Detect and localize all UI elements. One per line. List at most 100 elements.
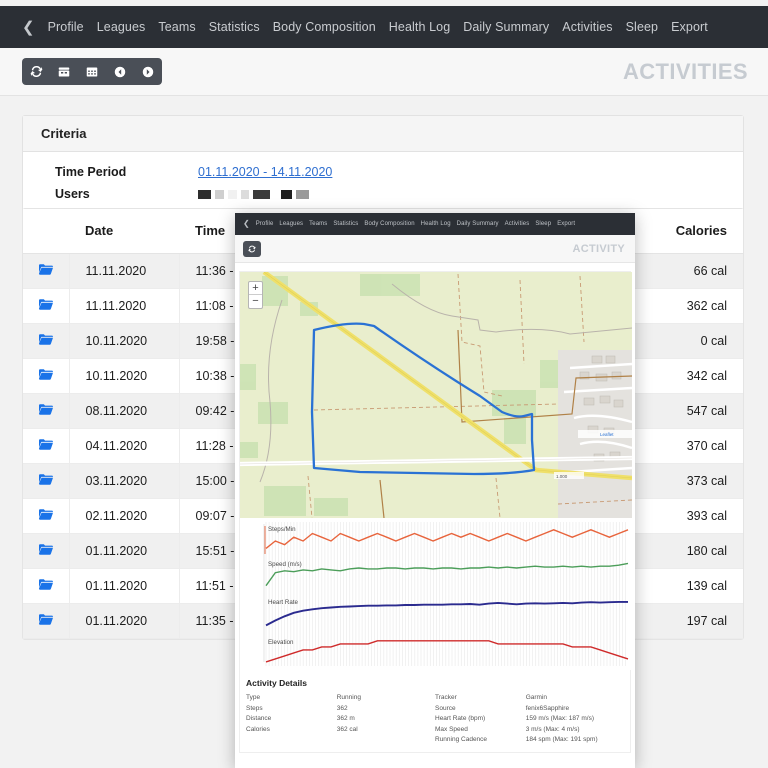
nav-item-export[interactable]: Export: [671, 20, 708, 34]
chart-series-heart-rate: [265, 600, 628, 627]
main-navbar: ❮ Profile Leagues Teams Statistics Body …: [0, 6, 768, 48]
folder-icon[interactable]: [38, 438, 53, 453]
page-title: ACTIVITIES: [622, 58, 748, 84]
detail-value: 3 m/s (Max: 4 m/s): [525, 725, 580, 733]
nav-item-teams[interactable]: Teams: [158, 20, 195, 34]
row-folder-cell[interactable]: [23, 603, 70, 639]
folder-icon[interactable]: [38, 298, 53, 313]
detail-key: Tracker: [435, 694, 457, 701]
map-zoom-controls[interactable]: + −: [248, 281, 263, 309]
redaction-block: [241, 189, 249, 199]
nav-item-health-log[interactable]: Health Log: [389, 20, 450, 34]
detail-key: Heart Rate (bpm): [435, 715, 486, 722]
row-folder-cell[interactable]: [23, 428, 70, 464]
folder-icon[interactable]: [38, 473, 53, 488]
popup-nav-item-teams[interactable]: Teams: [309, 221, 327, 227]
folder-icon[interactable]: [38, 508, 53, 523]
date-picker-button[interactable]: [50, 58, 78, 85]
row-folder-cell[interactable]: [23, 533, 70, 569]
detail-key: Calories: [246, 725, 270, 733]
activity-details-left-column: Type Running Steps 362 Distance 362 m Calories…: [246, 693, 435, 746]
activity-details-columns: Type Running Steps 362 Distance 362 m Calories…: [246, 693, 624, 746]
row-folder-cell[interactable]: [23, 323, 70, 359]
redaction-block: [281, 189, 292, 199]
svg-text:1.000: 1.000: [556, 474, 568, 479]
nav-item-leagues[interactable]: Leagues: [97, 20, 146, 34]
row-folder-cell[interactable]: [23, 463, 70, 499]
folder-icon[interactable]: [38, 263, 53, 278]
time-period-link[interactable]: 01.11.2020 - 14.11.2020: [198, 165, 332, 179]
row-date-cell: 08.11.2020: [69, 393, 180, 429]
criteria-row-time-period: Time Period 01.11.2020 - 14.11.2020: [23, 161, 743, 183]
detail-row-left: Distance 362 m: [246, 714, 435, 725]
row-date-cell: 11.11.2020: [69, 253, 180, 289]
detail-key: Type: [246, 694, 261, 701]
popup-nav-item-profile[interactable]: Profile: [256, 221, 274, 227]
row-folder-cell[interactable]: [23, 498, 70, 534]
redaction-block: [253, 189, 270, 199]
redaction-block: [198, 189, 211, 199]
row-folder-cell[interactable]: [23, 288, 70, 324]
previous-button[interactable]: [106, 58, 134, 85]
folder-icon[interactable]: [38, 613, 53, 628]
popup-refresh-button[interactable]: [243, 241, 261, 257]
activity-map[interactable]: 1.000 Leaflet + −: [240, 272, 632, 518]
redaction-block: [228, 189, 237, 199]
redaction-block: [296, 189, 309, 199]
folder-icon[interactable]: [38, 543, 53, 558]
activity-detail-popup: ❮ Profile Leagues Teams Statistics Body …: [235, 213, 635, 768]
popup-nav-item-activities[interactable]: Activities: [505, 221, 530, 227]
detail-value: 362 m: [336, 715, 355, 722]
detail-key: Distance: [246, 715, 272, 722]
row-date-cell: 02.11.2020: [69, 498, 180, 534]
redacted-users: [198, 189, 309, 199]
row-folder-cell[interactable]: [23, 393, 70, 429]
activity-charts[interactable]: Steps/Min Speed (m/s) Heart Rate Elevation: [240, 518, 632, 670]
map-zoom-out-button[interactable]: −: [249, 295, 262, 308]
chart-series-label: Elevation: [268, 639, 294, 646]
nav-item-body-composition[interactable]: Body Composition: [273, 20, 376, 34]
column-header-icon: [23, 209, 69, 254]
folder-icon[interactable]: [38, 403, 53, 418]
row-date-cell: 04.11.2020: [69, 428, 180, 464]
row-folder-cell[interactable]: [23, 568, 70, 604]
popup-nav-item-body-composition[interactable]: Body Composition: [364, 221, 414, 227]
detail-key: Steps: [246, 704, 263, 712]
popup-nav-item-statistics[interactable]: Statistics: [333, 221, 358, 227]
folder-icon[interactable]: [38, 333, 53, 348]
next-button[interactable]: [134, 58, 162, 85]
detail-row-left: Type Running: [246, 693, 435, 704]
detail-key: Source: [435, 704, 456, 712]
row-folder-cell[interactable]: [23, 253, 70, 289]
folder-icon[interactable]: [38, 368, 53, 383]
detail-row-right: Source fenix6Sapphire: [435, 704, 624, 715]
popup-nav-item-daily-summary[interactable]: Daily Summary: [457, 221, 499, 227]
nav-item-daily-summary[interactable]: Daily Summary: [463, 20, 549, 34]
popup-nav-item-leagues[interactable]: Leagues: [279, 221, 303, 227]
popup-nav-item-sleep[interactable]: Sleep: [535, 221, 551, 227]
users-value[interactable]: [198, 189, 309, 199]
nav-item-statistics[interactable]: Statistics: [209, 20, 260, 34]
chevron-left-icon[interactable]: ❮: [22, 20, 35, 35]
nav-item-activities[interactable]: Activities: [562, 20, 612, 34]
time-period-label: Time Period: [55, 165, 127, 179]
detail-value: 184 spm (Max: 191 spm): [525, 736, 598, 743]
nav-item-profile[interactable]: Profile: [48, 20, 84, 34]
folder-icon[interactable]: [38, 578, 53, 593]
detail-row-right: Heart Rate (bpm) 159 m/s (Max: 187 m/s): [435, 714, 624, 725]
map-zoom-in-button[interactable]: +: [249, 282, 262, 295]
detail-row-right: Running Cadence 184 spm (Max: 191 spm): [435, 735, 624, 746]
column-header-date[interactable]: Date: [69, 209, 179, 254]
detail-key: Running Cadence: [435, 736, 488, 743]
popup-nav-item-export[interactable]: Export: [557, 221, 575, 227]
time-period-value[interactable]: 01.11.2020 - 14.11.2020: [198, 163, 332, 181]
refresh-button[interactable]: [22, 58, 50, 85]
popup-toolbar: ACTIVITY: [235, 235, 635, 263]
chevron-left-icon[interactable]: ❮: [243, 220, 250, 228]
popup-nav-item-health-log[interactable]: Health Log: [421, 221, 451, 227]
month-picker-button[interactable]: [78, 58, 106, 85]
detail-value: fenix6Sapphire: [525, 704, 570, 712]
row-folder-cell[interactable]: [23, 358, 70, 394]
nav-item-sleep[interactable]: Sleep: [626, 20, 658, 34]
detail-value: Running: [336, 694, 361, 701]
